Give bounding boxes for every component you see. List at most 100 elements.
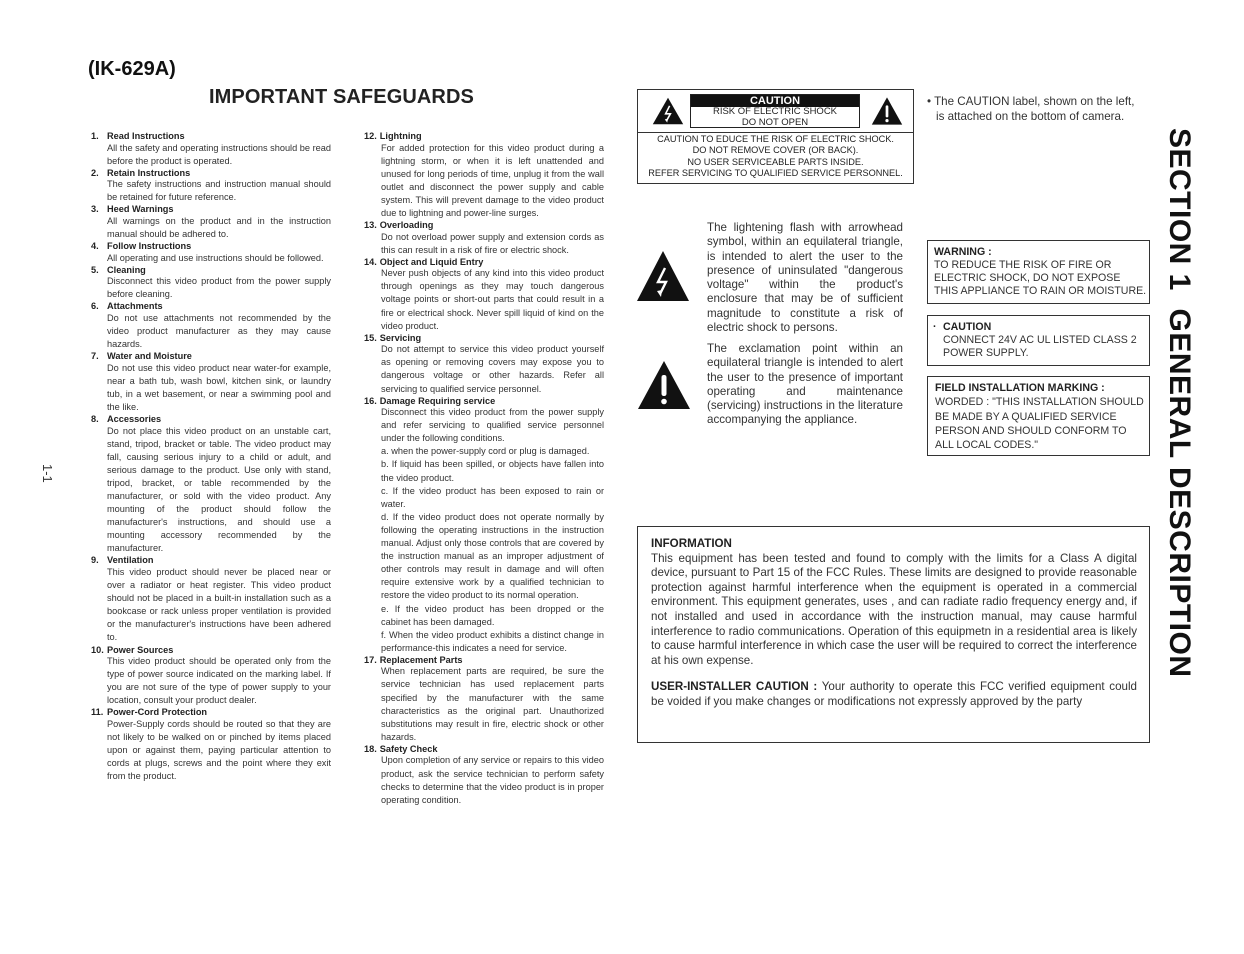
safeguard-title: Safety Check: [379, 743, 438, 754]
safeguard-item: 13. Overloading Do not overload power supp…: [364, 220, 604, 257]
caution-line: POWER SUPPLY.: [943, 347, 1029, 359]
safeguard-title: Lightning: [379, 131, 422, 141]
caution-bottom-line: CAUTION TO EDUCE THE RISK OF ELECTRIC SH…: [657, 134, 894, 144]
safeguard-body: For added protection for this video prod…: [364, 142, 604, 221]
safeguard-heading: 12. Lightning: [364, 131, 604, 142]
safeguard-heading: 15. Servicing: [364, 333, 604, 344]
safeguard-number: 1.: [91, 131, 99, 141]
safeguard-number: 16.: [364, 395, 377, 406]
safeguard-title: Damage Requiring service: [379, 395, 496, 406]
safeguard-body: All warnings on the product and in the i…: [91, 215, 331, 241]
safeguard-item: 14. Object and Liquid Entry Never push obj…: [364, 257, 604, 333]
safeguard-title: Object and Liquid Entry: [379, 256, 484, 267]
safeguard-number: 6.: [91, 301, 99, 312]
safeguard-paragraph: This video product should be operated on…: [107, 656, 331, 706]
safeguard-item: 12. Lightning For added protection for thi…: [364, 131, 604, 220]
safeguard-title: Water and Moisture: [107, 351, 192, 362]
warning-box: WARNING : TO REDUCE THE RISK OF FIRE OR …: [927, 240, 1150, 304]
safeguard-heading: 7. Water and Moisture: [91, 351, 331, 362]
safeguard-paragraph: c. If the video product has been exposed…: [381, 485, 604, 509]
user-installer-caution: USER-INSTALLER CAUTION : Your authority …: [651, 680, 1137, 709]
safeguard-title: Read Instructions: [107, 131, 185, 141]
safeguard-heading: 10. Power Sources: [91, 645, 331, 656]
information-box: INFORMATION This equipment has been test…: [637, 526, 1150, 743]
safeguard-title: Heed Warnings: [107, 204, 174, 215]
caution-label-bottom: CAUTION TO EDUCE THE RISK OF ELECTRIC SH…: [638, 133, 913, 179]
safeguard-heading: 4. Follow Instructions: [91, 241, 331, 252]
safeguard-item: 4. Follow Instructions All operating and u…: [91, 241, 331, 265]
safeguard-title: Replacement Parts: [379, 654, 463, 665]
safeguard-body: Do not use this video product near water…: [91, 362, 331, 414]
safeguard-item: 1. Read Instructions All the safety and op…: [91, 131, 331, 168]
safeguard-number: 13.: [364, 220, 377, 231]
safeguard-body: All the safety and operating instruction…: [91, 142, 331, 168]
safeguard-title: Power-Cord Protection: [107, 707, 208, 718]
page-number: 1-1: [40, 464, 55, 483]
safeguard-item: 3. Heed Warnings All warnings on the produ…: [91, 204, 331, 241]
safeguard-paragraph: When replacement parts are required, be …: [381, 666, 604, 742]
caution-label: CAUTION RISK OF ELECTRIC SHOCK DO NOT OP…: [637, 89, 914, 184]
safeguard-item: 8. Accessories Do not place this video pro…: [91, 414, 331, 555]
safeguard-heading: 3. Heed Warnings: [91, 204, 331, 215]
warning-line: TO REDUCE THE RISK OF FIRE OR: [934, 259, 1112, 271]
safeguard-number: 11.: [91, 707, 104, 718]
field-line: PERSON AND SHOULD CONFORM TO: [935, 424, 1127, 437]
safeguard-title: Retain Instructions: [107, 167, 191, 178]
safeguard-body: Do not attempt to service this video pro…: [364, 343, 604, 395]
safeguard-number: 9.: [91, 555, 99, 566]
field-heading: FIELD INSTALLATION MARKING :: [935, 382, 1105, 394]
safeguard-body: When replacement parts are required, be …: [364, 665, 604, 744]
safeguard-paragraph: All operating and use instructions shoul…: [107, 252, 324, 263]
safeguard-title: Ventilation: [107, 555, 154, 566]
safeguard-body: The safety instructions and instruction …: [91, 178, 331, 204]
bullet-icon: ·: [933, 321, 937, 333]
safeguard-item: 15. Servicing Do not attempt to service th…: [364, 333, 604, 396]
safeguard-number: 15.: [364, 332, 377, 343]
caution-label-center: CAUTION RISK OF ELECTRIC SHOCK DO NOT OP…: [690, 94, 860, 128]
model-name: (IK-629A): [88, 58, 176, 80]
safeguard-paragraph: This video product should never be place…: [107, 566, 331, 643]
safeguard-paragraph: Disconnect this video product from the p…: [107, 276, 331, 300]
field-line: WORDED : "THIS INSTALLATION SHOULD: [935, 396, 1144, 409]
information-heading: INFORMATION: [651, 537, 732, 550]
safeguard-number: 3.: [91, 204, 99, 215]
safeguard-paragraph: Do not place this video product on an un…: [107, 425, 331, 554]
safeguard-body: Upon completion of any service or repair…: [364, 754, 604, 806]
safeguard-paragraph: Do not use attachments not recommended b…: [107, 312, 331, 350]
safeguard-item: 10. Power Sources This video product shoul…: [91, 645, 331, 708]
safeguard-body: All operating and use instructions shoul…: [91, 252, 331, 265]
safeguard-paragraph: Power-Supply cords should be routed so t…: [107, 718, 331, 782]
safeguard-body: Do not overload power supply and extensi…: [364, 231, 604, 257]
safeguard-number: 10.: [91, 644, 104, 655]
caution-line-1: RISK OF ELECTRIC SHOCK: [712, 106, 838, 117]
warning-heading: WARNING :: [934, 246, 992, 258]
safeguard-paragraph: Do not attempt to service this video pro…: [381, 344, 604, 394]
safeguard-item: 6. Attachments Do not use attachments not …: [91, 301, 331, 351]
label-note-line-1: • The CAUTION label, shown on the left,: [927, 95, 1135, 108]
safeguard-paragraph: Do not use this video product near water…: [107, 362, 331, 412]
safeguard-title: Accessories: [107, 414, 162, 424]
information-body: This equipment has been tested and found…: [651, 551, 1137, 667]
safeguard-body: Power-Supply cords should be routed so t…: [91, 718, 331, 783]
safeguard-number: 8.: [91, 414, 99, 424]
safeguard-paragraph: b. If liquid has been spilled, or object…: [381, 459, 604, 483]
safeguard-heading: 14. Object and Liquid Entry: [364, 257, 604, 268]
safeguard-paragraph: All warnings on the product and in the i…: [107, 215, 331, 239]
safeguard-body: Do not use attachments not recommended b…: [91, 312, 331, 351]
safeguard-item: 7. Water and Moisture Do not use this vide…: [91, 351, 331, 414]
safeguard-item: 17. Replacement Parts When replacement par…: [364, 655, 604, 744]
safeguard-heading: 2. Retain Instructions: [91, 168, 331, 179]
caution-bottom-line: DO NOT REMOVE COVER (OR BACK).: [692, 145, 859, 156]
safeguard-paragraph: f. When the video product exhibits a dis…: [381, 629, 604, 653]
safeguard-paragraph: d. If the video product does not operate…: [381, 511, 604, 601]
power-caution-box: · CAUTION CONNECT 24V AC UL LISTED CLASS …: [927, 315, 1150, 366]
safeguard-number: 14.: [364, 256, 377, 267]
user-caution-label: USER-INSTALLER CAUTION :: [651, 680, 818, 694]
safeguard-heading: 6. Attachments: [91, 301, 331, 312]
lightning-triangle-icon: [637, 251, 689, 301]
safeguard-paragraph: All the safety and operating instruction…: [107, 142, 331, 166]
safeguard-title: Cleaning: [107, 264, 146, 275]
safeguard-body: Never push objects of any kind into this…: [364, 267, 604, 332]
caution-line: CONNECT 24V AC UL LISTED CLASS 2: [943, 334, 1137, 346]
safeguard-item: 2. Retain Instructions The safety instruct…: [91, 168, 331, 205]
